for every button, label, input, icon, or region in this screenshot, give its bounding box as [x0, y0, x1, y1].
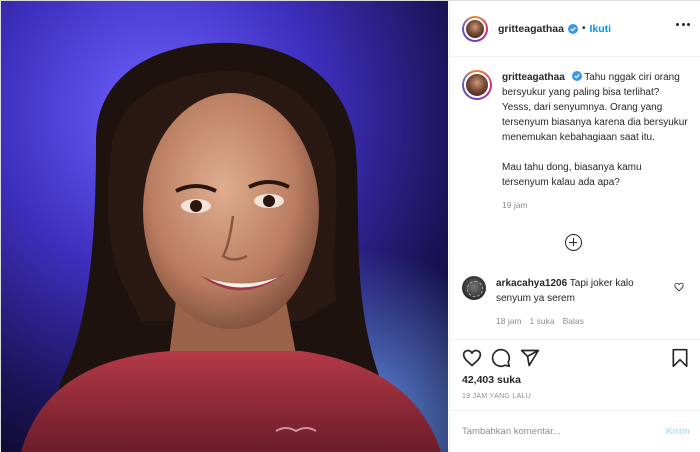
reply-button[interactable]: Balas — [563, 314, 584, 329]
comment-item: arkacahya1206 Tapi joker kalo senyum ya … — [462, 276, 690, 329]
post-sidebar: gritteagathaa • Ikuti gritteagathaa Tahu… — [449, 1, 700, 452]
comments-area: gritteagathaa Tahu nggak ciri orang bers… — [450, 58, 700, 338]
post-header: gritteagathaa • Ikuti — [450, 1, 700, 57]
post-actions: 42,403 suka 19 JAM YANG LALU Kirim — [450, 339, 700, 451]
verified-badge-icon — [567, 23, 578, 34]
caption-avatar[interactable] — [462, 70, 492, 100]
add-comment-bar: Kirim — [450, 410, 700, 452]
post-photo[interactable] — [1, 1, 448, 452]
comment-input[interactable] — [462, 426, 642, 437]
comment-body: arkacahya1206 Tapi joker kalo senyum ya … — [496, 276, 656, 329]
post-comment-button[interactable]: Kirim — [666, 426, 690, 437]
heart-icon[interactable] — [462, 348, 482, 368]
caption-paragraph-2: Mau tahu dong, biasanya kamu tersenyum k… — [502, 162, 642, 188]
post-timestamp[interactable]: 19 JAM YANG LALU — [462, 393, 531, 400]
follow-button[interactable]: Ikuti — [589, 23, 611, 35]
comment-heart-icon[interactable] — [674, 282, 684, 292]
comment-meta: 18 jam 1 suka Balas — [496, 314, 656, 329]
caption: gritteagathaa Tahu nggak ciri orang bers… — [462, 70, 690, 190]
caption-time[interactable]: 19 jam — [502, 200, 690, 210]
more-options-icon[interactable] — [676, 23, 690, 27]
bookmark-icon[interactable] — [670, 348, 690, 368]
action-icons — [462, 348, 692, 372]
caption-text: gritteagathaa Tahu nggak ciri orang bers… — [502, 70, 690, 190]
share-icon[interactable] — [520, 348, 540, 368]
portrait-image — [1, 1, 448, 452]
comment-time[interactable]: 18 jam — [496, 314, 522, 329]
plus-circle-icon[interactable] — [565, 234, 582, 251]
author-avatar[interactable] — [462, 15, 488, 42]
author-username[interactable]: gritteagathaa — [498, 23, 564, 35]
like-count[interactable]: 42,403 suka — [462, 374, 521, 386]
comment-likes[interactable]: 1 suka — [530, 314, 555, 329]
verified-badge-icon — [571, 71, 582, 81]
caption-username[interactable]: gritteagathaa — [502, 72, 565, 83]
commenter-username[interactable]: arkacahya1206 — [496, 278, 567, 289]
header-separator: • — [581, 23, 586, 34]
instagram-post: gritteagathaa • Ikuti gritteagathaa Tahu… — [0, 0, 700, 452]
comment-icon[interactable] — [491, 348, 511, 368]
commenter-avatar[interactable] — [462, 276, 486, 300]
